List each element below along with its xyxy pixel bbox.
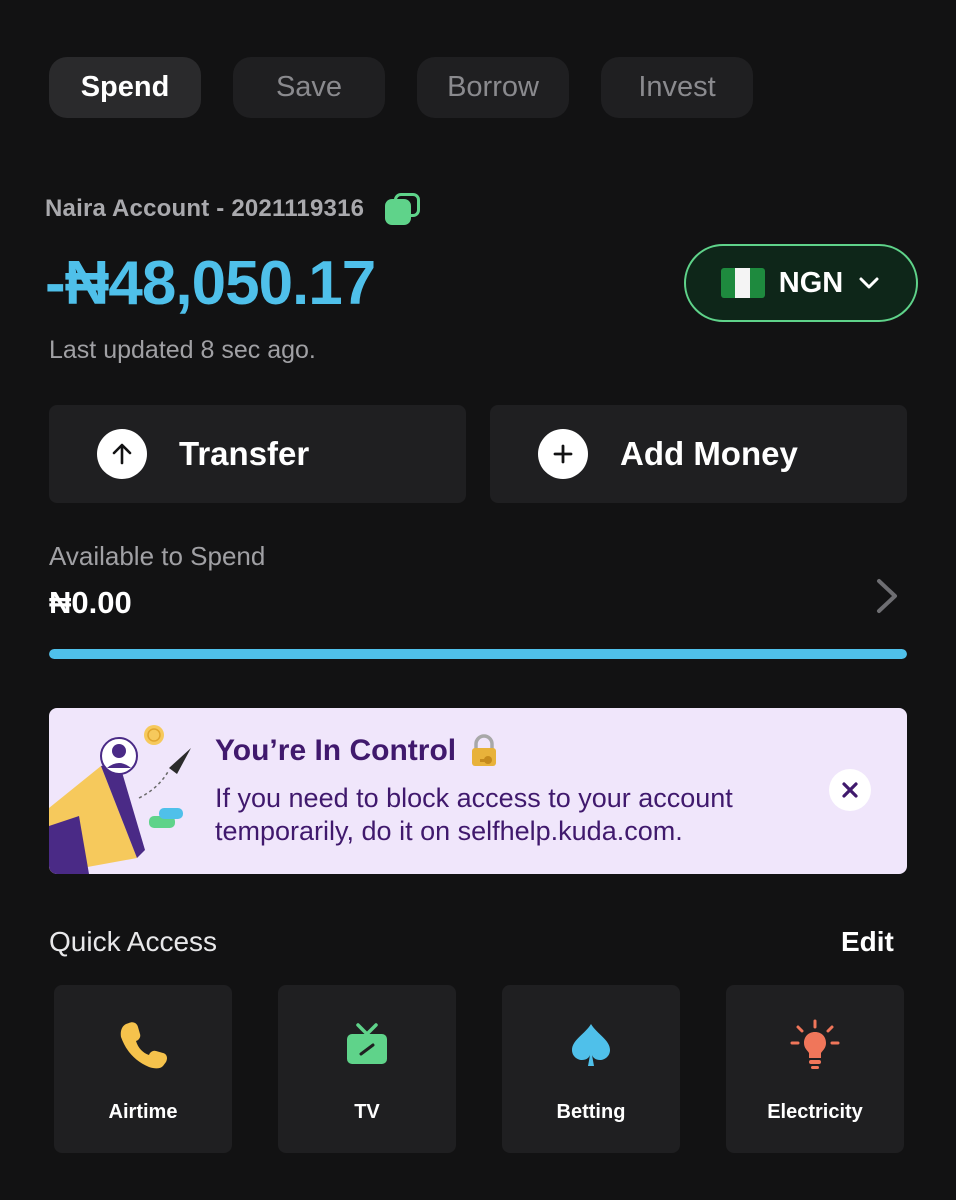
account-balance: -₦48,050.17	[45, 249, 376, 318]
spend-progress-bar	[49, 649, 907, 659]
quick-access-label: Airtime	[108, 1101, 178, 1123]
quick-access-title: Quick Access	[49, 926, 218, 957]
available-value: ₦0.00	[49, 585, 132, 620]
chevron-right-icon[interactable]	[871, 577, 903, 615]
banner-title: You’re In Control	[215, 733, 502, 769]
tab-invest[interactable]: Invest	[601, 57, 753, 118]
tv-icon	[347, 1023, 387, 1064]
lock-key-icon	[472, 734, 497, 766]
quick-access-label: TV	[354, 1101, 380, 1123]
tab-spend[interactable]: Spend	[49, 57, 201, 118]
arrow-up-icon	[97, 429, 147, 479]
spend-progress-fill	[49, 649, 907, 659]
add-money-button[interactable]: Add Money	[490, 405, 907, 503]
close-icon[interactable]	[829, 769, 871, 811]
quick-access-label: Electricity	[767, 1101, 863, 1123]
bulb-icon	[790, 1019, 840, 1069]
product-tabs: Spend Save Borrow Invest	[49, 57, 753, 118]
last-updated-text: Last updated 8 sec ago.	[49, 336, 316, 364]
quick-access-label: Betting	[556, 1101, 626, 1123]
quick-access-tv[interactable]: TV	[278, 985, 456, 1153]
quick-access-airtime[interactable]: Airtime	[54, 985, 232, 1153]
currency-selector[interactable]: NGN	[684, 244, 918, 322]
currency-code: NGN	[778, 266, 844, 299]
account-label: Naira Account - 2021119316	[45, 195, 365, 222]
nigeria-flag-icon	[720, 268, 765, 298]
banner-title-text: You’re In Control	[215, 734, 457, 767]
available-label: Available to Spend	[49, 541, 266, 571]
plus-icon	[538, 429, 588, 479]
copy-icon[interactable]	[384, 193, 421, 225]
quick-access-grid: Airtime TV Betting Electricity	[54, 985, 904, 1153]
control-banner[interactable]: You’re In Control If you need to block a…	[49, 708, 907, 874]
account-row: Naira Account - 2021119316	[45, 193, 421, 225]
chevron-down-icon	[859, 277, 879, 289]
tab-borrow[interactable]: Borrow	[417, 57, 569, 118]
transfer-button[interactable]: Transfer	[49, 405, 466, 503]
transfer-label: Transfer	[179, 435, 310, 472]
spade-icon	[572, 1024, 610, 1066]
phone-icon	[120, 1022, 167, 1069]
quick-access-edit-button[interactable]: Edit	[841, 926, 894, 958]
banner-text: If you need to block access to your acco…	[215, 783, 733, 846]
quick-access-electricity[interactable]: Electricity	[726, 985, 904, 1153]
tab-save[interactable]: Save	[233, 57, 385, 118]
quick-access-betting[interactable]: Betting	[502, 985, 680, 1153]
add-money-label: Add Money	[620, 435, 798, 472]
